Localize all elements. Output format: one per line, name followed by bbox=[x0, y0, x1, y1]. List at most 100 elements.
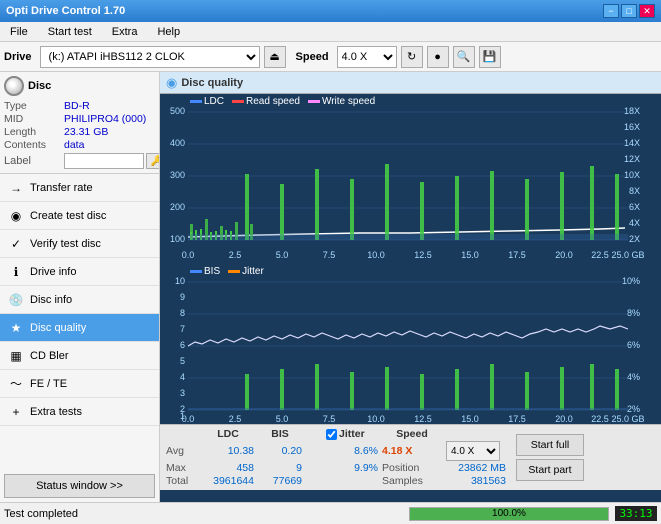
disc-panel: Disc Type BD-R MID PHILIPRO4 (000) Lengt… bbox=[0, 72, 159, 174]
svg-text:9: 9 bbox=[180, 292, 185, 302]
start-part-button[interactable]: Start part bbox=[516, 459, 584, 481]
menubar: File Start test Extra Help bbox=[0, 22, 661, 42]
minimize-button[interactable]: − bbox=[603, 4, 619, 18]
titlebar: Opti Drive Control 1.70 − □ ✕ bbox=[0, 0, 661, 22]
menu-file[interactable]: File bbox=[4, 24, 34, 40]
mid-value: PHILIPRO4 (000) bbox=[64, 113, 146, 125]
close-button[interactable]: ✕ bbox=[639, 4, 655, 18]
start-full-button[interactable]: Start full bbox=[516, 434, 584, 456]
svg-text:8: 8 bbox=[180, 308, 185, 318]
label-input[interactable] bbox=[64, 153, 144, 169]
disc-quality-header: ◉ Disc quality bbox=[160, 72, 661, 94]
disc-info-icon: 💿 bbox=[8, 292, 24, 308]
svg-text:100: 100 bbox=[170, 234, 185, 244]
ldc-color bbox=[190, 100, 202, 103]
menu-help[interactable]: Help bbox=[151, 24, 186, 40]
nav-extra-tests[interactable]: + Extra tests bbox=[0, 398, 159, 426]
menu-starttest[interactable]: Start test bbox=[42, 24, 98, 40]
disc-quality-icon: ★ bbox=[8, 320, 24, 336]
save-button[interactable]: 💾 bbox=[479, 46, 501, 68]
start-buttons: Start full Start part bbox=[516, 434, 584, 481]
svg-text:4%: 4% bbox=[627, 372, 640, 382]
svg-text:25.0 GB: 25.0 GB bbox=[611, 414, 644, 424]
status-text: Test completed bbox=[4, 508, 403, 520]
svg-text:12.5: 12.5 bbox=[414, 414, 432, 424]
stats-avg-jitter: 8.6% bbox=[326, 445, 378, 457]
ldc-chart-section: LDC Read speed Write speed 18X 16X 14X bbox=[160, 94, 661, 264]
nav-cd-bler-label: CD Bler bbox=[30, 350, 69, 362]
app-title: Opti Drive Control 1.70 bbox=[6, 5, 603, 17]
verify-test-disc-icon: ✓ bbox=[8, 236, 24, 252]
nav-verify-test-disc[interactable]: ✓ Verify test disc bbox=[0, 230, 159, 258]
main-layout: Disc Type BD-R MID PHILIPRO4 (000) Lengt… bbox=[0, 72, 661, 502]
svg-text:15.0: 15.0 bbox=[461, 414, 479, 424]
cd-bler-icon: ▦ bbox=[8, 348, 24, 364]
bis-legend: BIS Jitter bbox=[190, 266, 264, 277]
menu-extra[interactable]: Extra bbox=[106, 24, 144, 40]
disc-section-label: Disc bbox=[28, 80, 51, 92]
stats-col-speed: Speed bbox=[382, 428, 442, 440]
window-controls: − □ ✕ bbox=[603, 4, 655, 18]
drive-select[interactable]: (k:) ATAPI iHBS112 2 CLOK bbox=[40, 46, 260, 68]
stats-total-ldc: 3961644 bbox=[202, 475, 254, 487]
stats-grid: LDC BIS Jitter Speed Avg 10.38 0.20 8.6%… bbox=[166, 428, 506, 487]
scan-button[interactable]: 🔍 bbox=[453, 46, 475, 68]
nav-cd-bler[interactable]: ▦ CD Bler bbox=[0, 342, 159, 370]
maximize-button[interactable]: □ bbox=[621, 4, 637, 18]
create-test-disc-icon: ◉ bbox=[8, 208, 24, 224]
nav-create-test-disc-label: Create test disc bbox=[30, 210, 106, 222]
stats-max-label: Max bbox=[166, 462, 198, 474]
nav-extra-tests-label: Extra tests bbox=[30, 406, 82, 418]
refresh-button[interactable]: ↻ bbox=[401, 46, 423, 68]
eject-button[interactable]: ⏏ bbox=[264, 46, 286, 68]
svg-text:2.5: 2.5 bbox=[229, 414, 242, 424]
bis-chart: 10% 8% 6% 4% 2% 10 9 8 7 6 5 4 3 2 1 bbox=[160, 264, 650, 424]
stats-position-val: 23862 MB bbox=[446, 462, 506, 474]
nav-create-test-disc[interactable]: ◉ Create test disc bbox=[0, 202, 159, 230]
svg-text:8%: 8% bbox=[627, 308, 640, 318]
speed-select[interactable]: 4.0 X bbox=[337, 46, 397, 68]
svg-text:12X: 12X bbox=[624, 154, 640, 164]
svg-text:3: 3 bbox=[180, 388, 185, 398]
bottom-bar: Test completed 100.0% 33:13 bbox=[0, 502, 661, 524]
svg-text:15.0: 15.0 bbox=[461, 250, 479, 260]
bis-chart-section: BIS Jitter 10% 8% 6% 4% 2% 10 9 8 7 bbox=[160, 264, 661, 424]
speed-label: Speed bbox=[296, 51, 329, 63]
svg-text:200: 200 bbox=[170, 202, 185, 212]
svg-text:20.0: 20.0 bbox=[555, 250, 573, 260]
stats-total-label: Total bbox=[166, 475, 198, 487]
status-window-button[interactable]: Status window >> bbox=[4, 474, 155, 498]
length-value: 23.31 GB bbox=[64, 126, 108, 138]
extra-tests-icon: + bbox=[8, 404, 24, 420]
nav-disc-quality[interactable]: ★ Disc quality bbox=[0, 314, 159, 342]
svg-text:400: 400 bbox=[170, 138, 185, 148]
stats-avg-ldc: 10.38 bbox=[202, 445, 254, 457]
label-label: Label bbox=[4, 155, 62, 167]
nav-drive-info[interactable]: ℹ Drive info bbox=[0, 258, 159, 286]
ldc-legend: LDC Read speed Write speed bbox=[190, 96, 375, 107]
svg-text:0.0: 0.0 bbox=[182, 414, 195, 424]
nav-fe-te[interactable]: 〜 FE / TE bbox=[0, 370, 159, 398]
mid-label: MID bbox=[4, 113, 62, 125]
fe-te-icon: 〜 bbox=[8, 376, 24, 392]
jitter-color bbox=[228, 270, 240, 273]
nav-transfer-rate[interactable]: → Transfer rate bbox=[0, 174, 159, 202]
svg-text:12.5: 12.5 bbox=[414, 250, 432, 260]
svg-text:6: 6 bbox=[180, 340, 185, 350]
legend-read-speed-label: Read speed bbox=[246, 96, 300, 107]
ldc-chart: 18X 16X 14X 12X 10X 8X 6X 4X 2X 500 400 … bbox=[160, 94, 650, 264]
contents-value: data bbox=[64, 139, 84, 151]
legend-write-speed-label: Write speed bbox=[322, 96, 375, 107]
legend-jitter: Jitter bbox=[228, 266, 264, 277]
svg-text:10X: 10X bbox=[624, 170, 640, 180]
jitter-checkbox[interactable] bbox=[326, 429, 337, 440]
burn-button[interactable]: ● bbox=[427, 46, 449, 68]
svg-text:7.5: 7.5 bbox=[323, 414, 336, 424]
speed-setting-select[interactable]: 4.0 X bbox=[446, 441, 500, 461]
nav-disc-info[interactable]: 💿 Disc info bbox=[0, 286, 159, 314]
svg-text:500: 500 bbox=[170, 106, 185, 116]
drive-label: Drive bbox=[4, 51, 32, 63]
label-icon-btn[interactable]: 🔑 bbox=[146, 153, 160, 169]
svg-text:10.0: 10.0 bbox=[367, 250, 385, 260]
sidebar: Disc Type BD-R MID PHILIPRO4 (000) Lengt… bbox=[0, 72, 160, 502]
